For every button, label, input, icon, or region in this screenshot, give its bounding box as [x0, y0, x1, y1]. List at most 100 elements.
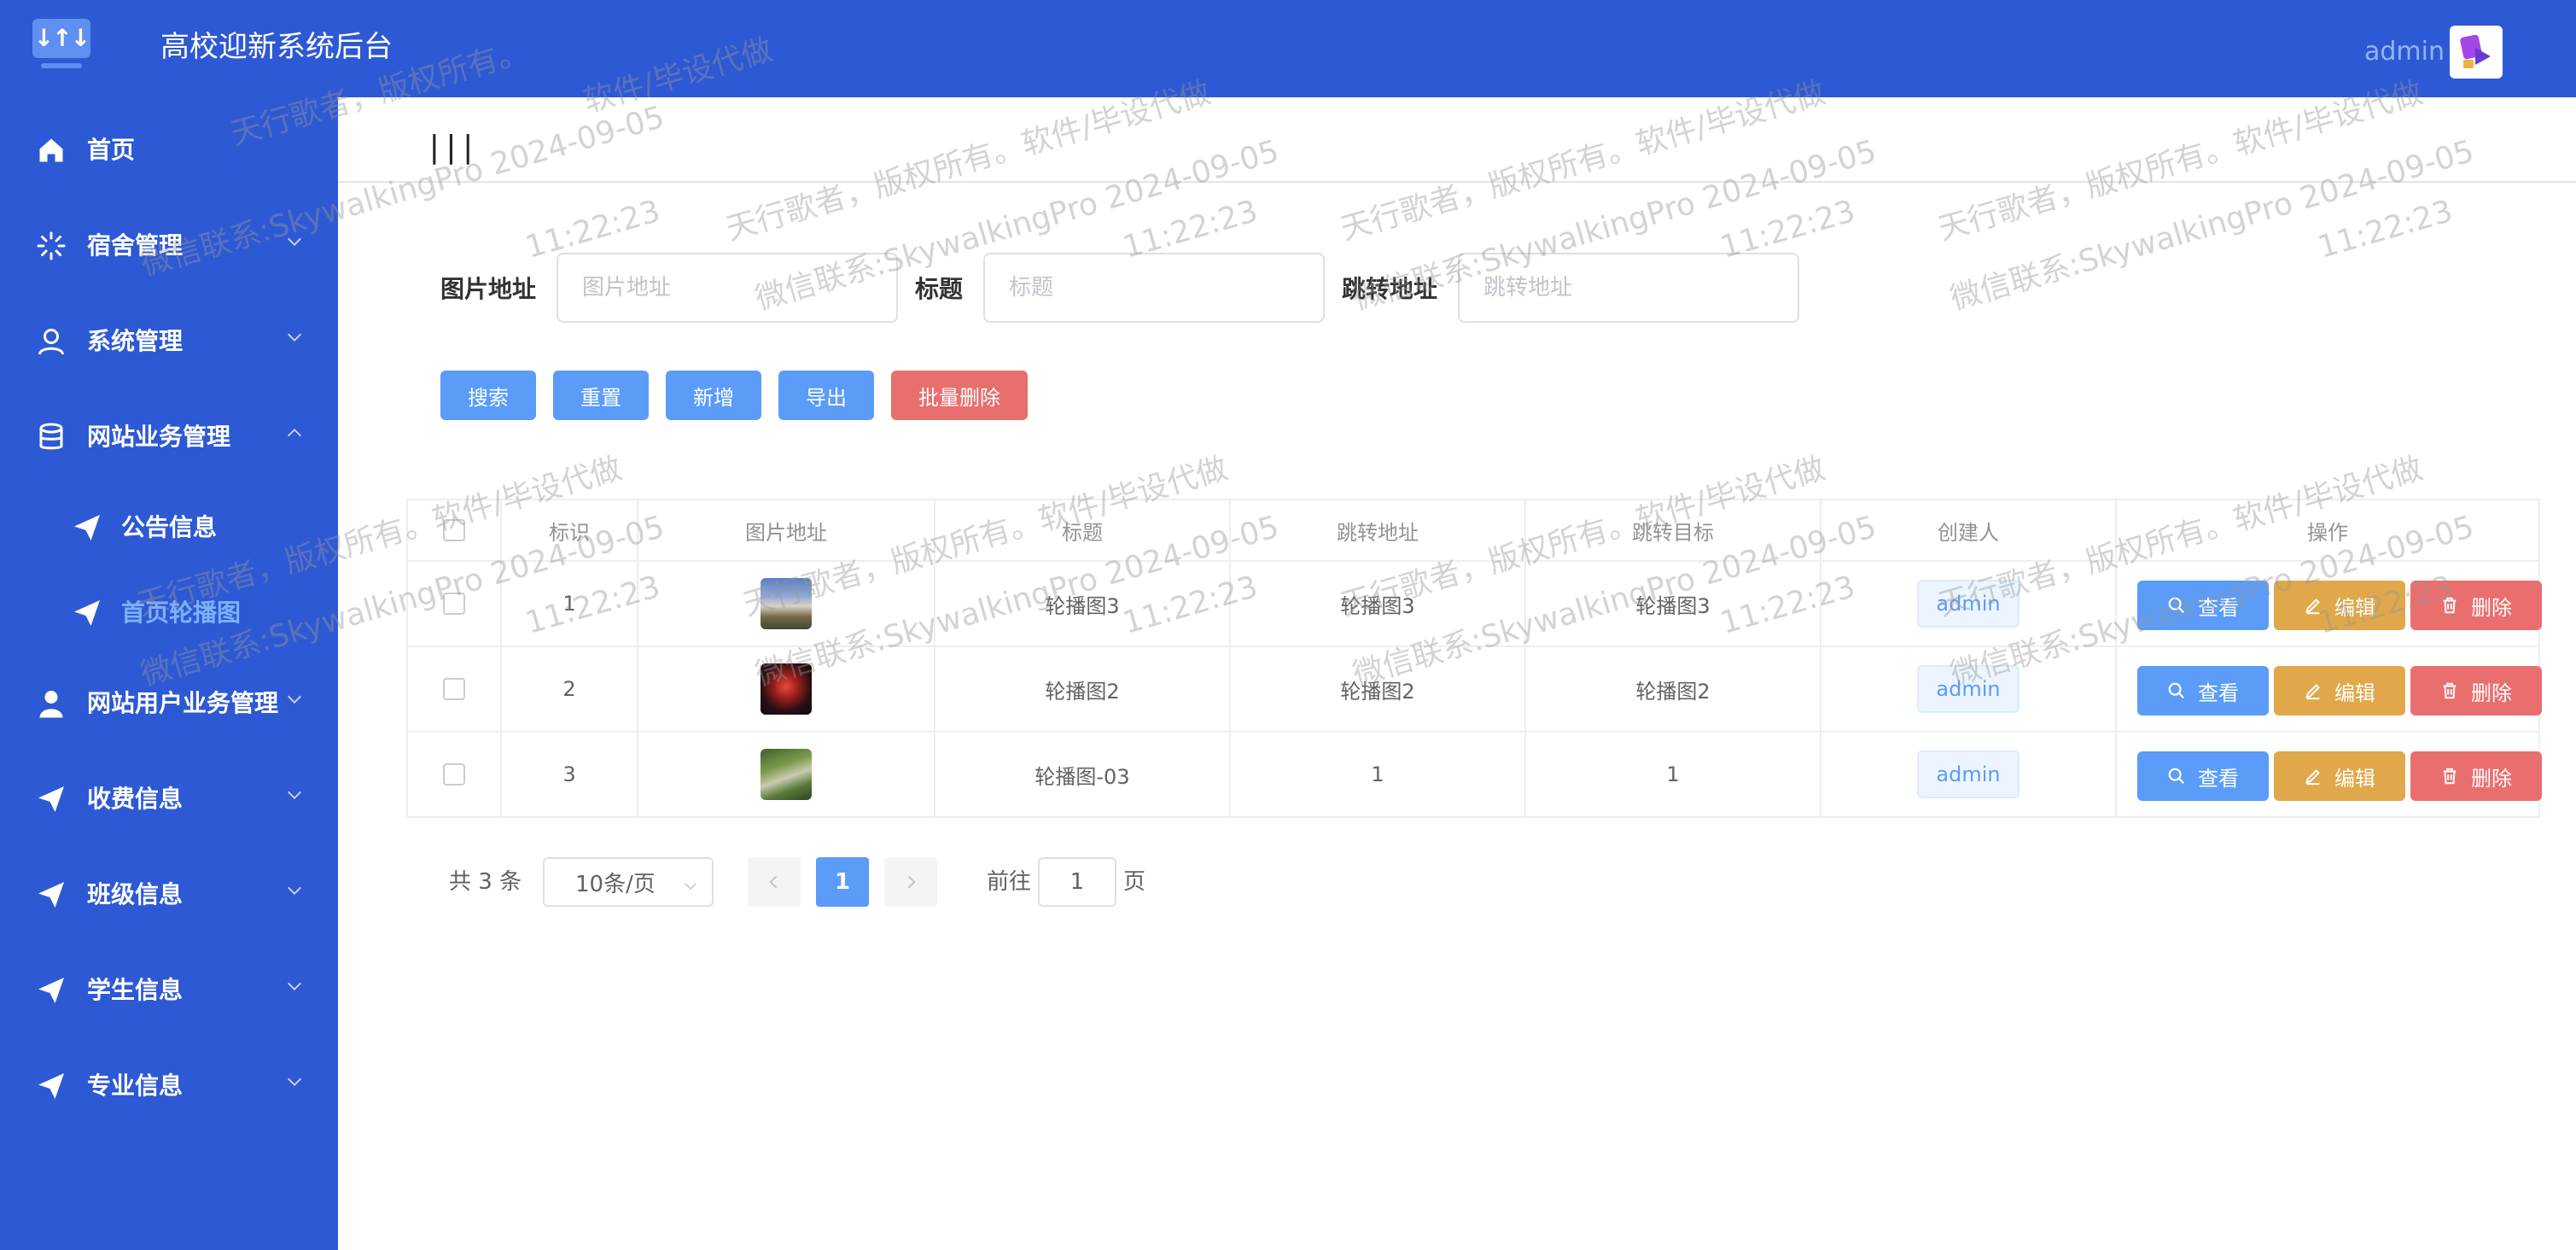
row-link: 轮播图2: [1229, 647, 1524, 731]
edit-button[interactable]: 编辑: [2274, 751, 2405, 801]
reset-button[interactable]: 重置: [553, 371, 649, 420]
sidebar-item-label: 网站用户业务管理: [87, 689, 279, 717]
monitor-logo-icon: ↓↑↓: [32, 19, 90, 68]
title-input[interactable]: [983, 253, 1325, 323]
thumbnail-image[interactable]: [761, 578, 812, 629]
row-link: 轮播图3: [1229, 562, 1524, 645]
page-number-current[interactable]: 1: [816, 857, 869, 907]
sidebar-item-majors[interactable]: 专业信息: [0, 1038, 338, 1134]
sidebar-item-dorm[interactable]: 宿舍管理: [0, 198, 338, 294]
search-button[interactable]: 搜索: [440, 371, 536, 420]
edit-button[interactable]: 编辑: [2274, 581, 2405, 630]
sidebar-item-label: 首页轮播图: [121, 599, 242, 627]
row-select-cell: [406, 562, 500, 645]
trash-icon: [2443, 597, 2457, 614]
user-outline-icon: [36, 326, 67, 357]
edit-icon: [2305, 769, 2320, 786]
page-size-value: 10条/页: [575, 871, 656, 897]
loading-icon: [36, 231, 67, 261]
sidebar-item-notice[interactable]: 公告信息: [0, 480, 338, 575]
chevron-down-icon: [285, 881, 304, 900]
table-header: 标识 图片地址 标题 跳转地址 跳转目标 创建人 操作: [406, 499, 2540, 562]
delete-button[interactable]: 删除: [2410, 751, 2542, 801]
column-header[interactable]: 标题: [934, 500, 1229, 560]
table-row: 1 轮播图3 轮播图3 轮播图3 admin 查看 编辑 删除: [406, 562, 2542, 647]
delete-label: 删除: [2471, 680, 2512, 705]
sidebar-item-system[interactable]: 系统管理: [0, 294, 338, 389]
view-button[interactable]: 查看: [2137, 751, 2269, 801]
link-input[interactable]: [1458, 253, 1799, 323]
menu-toggle-icon[interactable]: |||: [425, 130, 477, 165]
thumbnail-image[interactable]: [761, 663, 812, 715]
creator-tag: admin: [1917, 665, 2019, 713]
view-button[interactable]: 查看: [2137, 581, 2269, 630]
chevron-down-icon: [285, 1072, 304, 1091]
view-label: 查看: [2198, 595, 2239, 620]
sidebar: 首页 宿舍管理 系统管理 网站业务管理 公告信息 首页轮播图 网站用户业务管理 …: [0, 97, 338, 1250]
sidebar-item-label: 公告信息: [121, 513, 218, 541]
delete-button[interactable]: 删除: [2410, 666, 2542, 716]
row-select-cell: [406, 733, 500, 816]
column-header[interactable]: 图片地址: [637, 500, 934, 560]
sidebar-item-fees[interactable]: 收费信息: [0, 751, 338, 847]
prev-page-button[interactable]: [748, 857, 801, 907]
sidebar-item-home[interactable]: 首页: [0, 102, 338, 198]
chevron-right-icon: [907, 875, 916, 889]
export-button[interactable]: 导出: [778, 371, 874, 420]
chevron-down-icon: [683, 874, 698, 891]
sidebar-item-classes[interactable]: 班级信息: [0, 847, 338, 943]
select-all-checkbox[interactable]: [443, 519, 465, 541]
creator-tag: admin: [1917, 580, 2019, 628]
sidebar-item-label: 专业信息: [87, 1072, 184, 1100]
row-image-cell: [637, 647, 934, 731]
view-label: 查看: [2198, 680, 2239, 705]
sidebar-item-website-users[interactable]: 网站用户业务管理: [0, 656, 338, 751]
delete-button[interactable]: 删除: [2410, 581, 2542, 630]
row-title: 轮播图3: [934, 562, 1229, 645]
user-name[interactable]: admin: [2364, 32, 2445, 72]
thumbnail-image[interactable]: [761, 749, 812, 800]
next-page-button[interactable]: [884, 857, 937, 907]
image-input[interactable]: [557, 253, 898, 323]
send-icon: [36, 975, 67, 1006]
avatar[interactable]: [2450, 26, 2503, 79]
edit-button[interactable]: 编辑: [2274, 666, 2405, 716]
delete-label: 删除: [2471, 595, 2512, 620]
row-checkbox[interactable]: [443, 763, 465, 786]
add-button[interactable]: 新增: [666, 371, 761, 420]
home-icon: [36, 135, 67, 166]
row-target: 轮播图3: [1524, 562, 1820, 645]
column-header[interactable]: 标识: [500, 500, 637, 560]
table-row: 3 轮播图-03 1 1 admin 查看 编辑 删除: [406, 733, 2542, 818]
page-unit-label: 页: [1123, 869, 1146, 895]
row-id: 3: [500, 733, 637, 816]
edit-label: 编辑: [2334, 680, 2375, 705]
page-size-select[interactable]: 10条/页: [543, 857, 714, 907]
sidebar-item-students[interactable]: 学生信息: [0, 943, 338, 1038]
view-button[interactable]: 查看: [2137, 666, 2269, 716]
column-header[interactable]: 跳转目标: [1524, 500, 1820, 560]
sidebar-item-website-business[interactable]: 网站业务管理: [0, 389, 338, 485]
row-id: 2: [500, 647, 637, 731]
sidebar-item-label: 系统管理: [87, 327, 184, 355]
row-checkbox[interactable]: [443, 593, 465, 615]
pagination-total: 共 3 条: [449, 869, 522, 895]
select-all-cell: [406, 500, 500, 560]
link-label: 跳转地址: [1342, 275, 1438, 303]
send-icon: [72, 512, 102, 543]
send-icon: [72, 598, 102, 628]
row-image-cell: [637, 562, 934, 645]
view-label: 查看: [2198, 766, 2239, 791]
sidebar-item-carousel[interactable]: 首页轮播图: [0, 565, 338, 661]
row-checkbox[interactable]: [443, 678, 465, 700]
row-target: 1: [1524, 733, 1820, 816]
column-header[interactable]: 创建人: [1820, 500, 2115, 560]
chevron-left-icon: [769, 875, 778, 889]
goto-page-input[interactable]: [1038, 857, 1116, 907]
row-link: 1: [1229, 733, 1524, 816]
sidebar-item-label: 宿舍管理: [87, 231, 184, 260]
table-row: 2 轮播图2 轮播图2 轮播图2 admin 查看 编辑 删除: [406, 647, 2542, 733]
column-header[interactable]: 跳转地址: [1229, 500, 1524, 560]
batch-delete-button[interactable]: 批量删除: [891, 371, 1028, 420]
row-actions-cell: 查看 编辑 删除: [2115, 733, 2542, 816]
